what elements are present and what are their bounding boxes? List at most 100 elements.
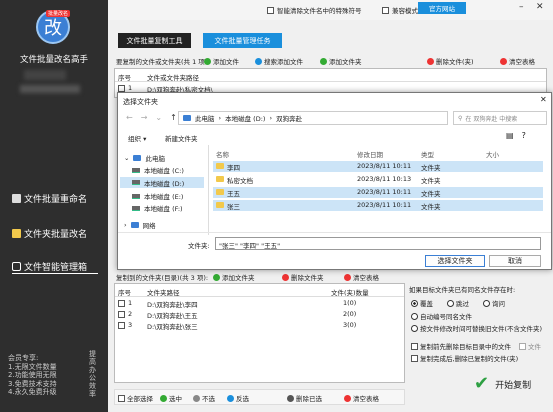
radio-ask[interactable]: 询问 bbox=[483, 298, 505, 308]
new-folder-button[interactable]: 新建文件夹 bbox=[165, 133, 198, 143]
start-copy-button[interactable]: ✔ 开始复制 bbox=[474, 375, 531, 393]
divider bbox=[118, 232, 551, 233]
column-header-name[interactable]: 名称 bbox=[216, 149, 229, 159]
nav-item-drive-e[interactable]: 本地磁盘 (E:) bbox=[132, 191, 183, 201]
clean-special-chars-option[interactable]: 智能清除文件名中的特殊符号 bbox=[267, 5, 362, 15]
select-all-option[interactable]: 全部选择 bbox=[118, 393, 153, 403]
checkbox-icon[interactable] bbox=[382, 6, 389, 14]
file-name: 私密文档 bbox=[227, 177, 253, 185]
back-arrow-icon[interactable]: ← bbox=[126, 113, 133, 122]
tab-batch-copy[interactable]: 文件批量复制工具 bbox=[118, 33, 191, 48]
search-add-button[interactable]: 搜索添加文件 bbox=[255, 56, 303, 66]
deselect-label: 不选 bbox=[202, 395, 215, 403]
view-icon[interactable]: ▤ bbox=[506, 131, 514, 140]
file-type: 文件夹 bbox=[421, 190, 441, 198]
delete-before-copy-option[interactable]: 复制前先删除目标目录中的文件 bbox=[411, 341, 511, 351]
up-arrow-icon[interactable]: ↑ bbox=[170, 113, 177, 122]
breadcrumb-item[interactable]: 双狗奔赴 bbox=[276, 113, 302, 123]
row-checkbox[interactable] bbox=[118, 321, 125, 329]
delete-after-copy-option[interactable]: 复制完成后,删除已复制的文件(夹) bbox=[411, 353, 518, 363]
sidebar-item-file-rename[interactable]: 文件批量重命名 bbox=[12, 191, 108, 205]
deselect-button[interactable]: 不选 bbox=[193, 393, 215, 403]
table-row[interactable]: 1 bbox=[118, 299, 132, 307]
sidebar-item-file-manager[interactable]: 文件智能管理箱 bbox=[12, 259, 108, 273]
nav-item-network[interactable]: › 网络 bbox=[124, 220, 156, 230]
dialog-close-button[interactable]: ✕ bbox=[540, 95, 547, 104]
radio-skip[interactable]: 跳过 bbox=[447, 298, 469, 308]
checkbox-icon[interactable] bbox=[411, 354, 418, 362]
row-checkbox[interactable] bbox=[118, 310, 125, 318]
plus-icon bbox=[204, 57, 211, 65]
folder-name-input[interactable]: "张三" "李四" "王五" bbox=[215, 237, 541, 250]
toolbox-icon bbox=[12, 261, 21, 271]
nav-label: 本地磁盘 (F:) bbox=[144, 205, 183, 213]
help-icon[interactable]: ? bbox=[522, 131, 526, 140]
checkbox-icon[interactable] bbox=[267, 6, 274, 14]
add-file-button[interactable]: 添加文件 bbox=[204, 56, 239, 66]
checkbox-icon[interactable] bbox=[519, 342, 526, 350]
clear-list-button[interactable]: 清空表格 bbox=[500, 56, 535, 66]
compat-mode-option[interactable]: 兼容模式 bbox=[382, 5, 418, 15]
nav-item-drive-f[interactable]: 本地磁盘 (F:) bbox=[132, 203, 183, 213]
table-row[interactable]: 3 bbox=[118, 321, 132, 329]
add-folder-label: 添加文件夹 bbox=[329, 58, 362, 66]
target-table: 序号 文件夹路径 文件(夹)数量 1 D:\双狗奔赴\李四 1(0) 2 D:\… bbox=[114, 283, 405, 383]
remove-file-button[interactable]: 删除文件(夹) bbox=[427, 56, 474, 66]
option-label: 复制前先删除目标目录中的文件 bbox=[420, 343, 511, 351]
divider bbox=[115, 296, 404, 297]
radio-by-time[interactable]: 按文件修改时间可替换旧文件(不含文件夹) bbox=[411, 323, 542, 333]
tab-batch-task[interactable]: 文件批量管理任务 bbox=[203, 33, 282, 48]
file-row[interactable]: 张三 2023/8/11 10:11 文件夹 bbox=[213, 200, 543, 211]
select-folder-button[interactable]: 选择文件夹 bbox=[425, 255, 485, 267]
target-clear-button[interactable]: 清空表格 bbox=[344, 272, 379, 282]
member-note-line: 会员专享: bbox=[8, 354, 39, 362]
radio-overwrite[interactable]: 覆盖 bbox=[411, 298, 433, 308]
file-row[interactable]: 王五 2023/8/11 10:11 文件夹 bbox=[213, 187, 543, 198]
invert-button[interactable]: 反选 bbox=[227, 393, 249, 403]
add-folder-button[interactable]: 添加文件夹 bbox=[320, 56, 362, 66]
target-add-folder-button[interactable]: 添加文件夹 bbox=[213, 272, 255, 282]
file-row[interactable]: 私密文档 2023/8/11 10:13 文件夹 bbox=[213, 174, 543, 185]
forward-arrow-icon[interactable]: → bbox=[141, 113, 148, 122]
select-button[interactable]: 选中 bbox=[160, 393, 182, 403]
file-only-option[interactable]: 文件 bbox=[519, 341, 541, 351]
pane-divider bbox=[208, 145, 209, 235]
breadcrumb-item[interactable]: 本地磁盘 (D:) bbox=[225, 113, 265, 123]
minimize-button[interactable]: – bbox=[519, 2, 524, 12]
breadcrumb[interactable]: 此电脑 › 本地磁盘 (D:) › 双狗奔赴 bbox=[178, 111, 448, 125]
nav-item-drive-c[interactable]: 本地磁盘 (C:) bbox=[132, 165, 184, 175]
checkmark-icon: ✔ bbox=[474, 373, 490, 394]
sidebar-item-folder-rename[interactable]: 文件夹批量改名 bbox=[12, 226, 108, 240]
footer-clear-button[interactable]: 清空表格 bbox=[344, 393, 379, 403]
close-icon bbox=[344, 273, 351, 281]
radio-auto-number[interactable]: 自动编号同名文件 bbox=[411, 311, 472, 321]
column-header-type[interactable]: 类型 bbox=[421, 149, 434, 159]
search-add-label: 搜索添加文件 bbox=[264, 58, 303, 66]
cancel-button[interactable]: 取消 bbox=[489, 255, 541, 267]
nav-item-this-pc[interactable]: ⌄ 此电脑 bbox=[124, 153, 165, 163]
radio-icon bbox=[411, 324, 418, 332]
nav-item-drive-d[interactable]: 本地磁盘 (D:) bbox=[120, 177, 204, 188]
dropdown-icon[interactable]: ⌄ bbox=[155, 113, 162, 122]
organize-menu[interactable]: 组织 ▾ bbox=[128, 133, 146, 143]
row-index: 3 bbox=[128, 321, 133, 329]
table-row[interactable]: 2 bbox=[118, 310, 132, 318]
close-icon bbox=[193, 394, 200, 402]
website-button[interactable]: 官方网站 bbox=[418, 2, 466, 14]
column-header-date[interactable]: 修改日期 bbox=[357, 149, 383, 159]
delete-selected-button[interactable]: 删除已选 bbox=[287, 393, 322, 403]
member-note-line: 3.免费技术支持 bbox=[8, 379, 57, 388]
table-row[interactable]: 1 bbox=[118, 84, 132, 92]
column-header-size[interactable]: 大小 bbox=[486, 149, 499, 159]
file-name: 李四 bbox=[227, 164, 240, 172]
breadcrumb-item[interactable]: 此电脑 bbox=[195, 113, 215, 123]
target-remove-button[interactable]: 删除文件夹 bbox=[282, 272, 324, 282]
file-row[interactable]: 李四 2023/8/11 10:11 文件夹 bbox=[213, 161, 543, 172]
search-input[interactable]: ⚲ 在 双狗奔赴 中搜索 bbox=[453, 111, 547, 125]
close-button[interactable]: ✕ bbox=[536, 2, 544, 12]
checkbox-icon[interactable] bbox=[411, 342, 418, 350]
row-checkbox[interactable] bbox=[118, 84, 125, 92]
drive-icon bbox=[132, 180, 140, 185]
checkbox-icon[interactable] bbox=[118, 394, 125, 402]
row-checkbox[interactable] bbox=[118, 299, 125, 307]
